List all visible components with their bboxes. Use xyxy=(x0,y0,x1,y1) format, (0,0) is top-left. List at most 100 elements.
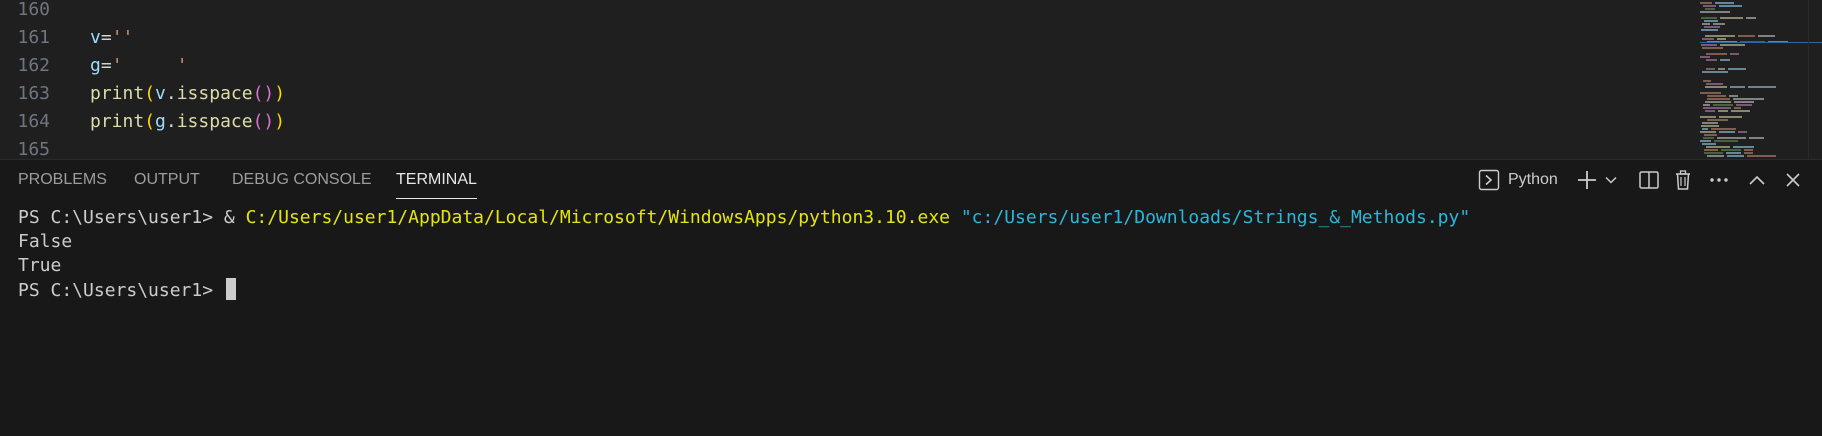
line-number: 163 xyxy=(17,83,50,104)
minimap-line xyxy=(1706,53,1727,55)
minimap-line xyxy=(1700,56,1710,58)
minimap-line xyxy=(1720,17,1743,19)
close-panel-button[interactable] xyxy=(1780,168,1806,192)
minimap-line xyxy=(1726,152,1741,154)
minimap-line xyxy=(1733,146,1754,148)
code-line[interactable]: 163 print(v.isspace()) xyxy=(0,80,285,108)
terminal-output[interactable]: PS C:\Users\user1> & C:/Users/user1/AppD… xyxy=(0,206,1822,436)
more-actions-button[interactable] xyxy=(1706,168,1732,192)
minimap-line xyxy=(1728,68,1746,70)
minimap-line xyxy=(1718,68,1725,70)
trash-icon xyxy=(1672,169,1694,191)
minimap-line xyxy=(1700,116,1716,118)
tab-debug-console[interactable]: DEBUG CONSOLE xyxy=(232,160,372,200)
minimap-line xyxy=(1720,44,1745,46)
minimap-line xyxy=(1702,71,1728,73)
minimap-line xyxy=(1702,23,1710,25)
minimap-line xyxy=(1701,17,1717,19)
command-operator: & xyxy=(223,207,246,228)
command-executable: C:/Users/user1/AppData/Local/Microsoft/W… xyxy=(245,207,950,228)
minimap-line xyxy=(1703,80,1711,82)
minimap-line xyxy=(1713,104,1733,106)
code-token: = xyxy=(100,55,112,76)
bottom-panel: PROBLEMS OUTPUT DEBUG CONSOLE TERMINAL P… xyxy=(0,159,1822,436)
code-token: ( xyxy=(144,83,156,104)
minimap-line xyxy=(1704,26,1720,28)
code-token: g xyxy=(90,55,101,76)
terminal-dropdown-button[interactable] xyxy=(1602,168,1620,192)
minimap-line xyxy=(1700,140,1711,142)
code-token: ) xyxy=(274,111,286,132)
add-terminal-button[interactable] xyxy=(1574,168,1600,192)
minimap-line xyxy=(1707,98,1730,100)
code-token: = xyxy=(100,27,112,48)
code-line[interactable]: 165 xyxy=(0,136,90,159)
panel-actions: Python xyxy=(1462,160,1822,200)
minimap-line xyxy=(1748,86,1776,88)
close-panel-icon xyxy=(1782,169,1804,191)
terminal-output-line: False xyxy=(18,231,73,252)
code-token: print xyxy=(90,111,145,132)
panel-tabs: PROBLEMS OUTPUT DEBUG CONSOLE TERMINAL xyxy=(0,160,1000,200)
minimap-line xyxy=(1703,137,1714,139)
tab-terminal[interactable]: TERMINAL xyxy=(396,160,477,200)
tab-problems[interactable]: PROBLEMS xyxy=(18,160,107,200)
terminal-cursor xyxy=(225,278,236,300)
minimap-line xyxy=(1719,131,1735,133)
minimap-line xyxy=(1738,131,1747,133)
maximize-panel-button[interactable] xyxy=(1744,168,1770,192)
minimap-line xyxy=(1717,38,1726,40)
code-line[interactable]: 162 g=' ' xyxy=(0,52,187,80)
minimap-line xyxy=(1705,110,1715,112)
code-token: . xyxy=(165,83,177,104)
minimap-line xyxy=(1707,155,1724,157)
kill-terminal-button[interactable] xyxy=(1670,168,1696,192)
chevron-down-icon xyxy=(1604,173,1618,187)
minimap-line xyxy=(1714,140,1738,142)
minimap-line xyxy=(1703,104,1710,106)
command-argument: "c:/Users/user1/Downloads/Strings_&_Meth… xyxy=(960,207,1471,228)
code-token: v xyxy=(90,27,101,48)
minimap-line xyxy=(1729,95,1738,97)
minimap-line xyxy=(1746,17,1756,19)
terminal-prompt: PS C:\Users\user1> xyxy=(18,280,224,301)
split-terminal-button[interactable] xyxy=(1636,168,1662,192)
terminal-profile-icon xyxy=(1478,169,1500,191)
minimap-line xyxy=(1758,35,1775,37)
minimap-line xyxy=(1736,104,1752,106)
minimap-line xyxy=(1700,131,1716,133)
minimap-line xyxy=(1700,11,1730,13)
code-line[interactable]: 161 v='' xyxy=(0,24,133,52)
minimap-line xyxy=(1717,137,1746,139)
terminal-prompt-line: PS C:\Users\user1> xyxy=(18,278,236,302)
minimap-line xyxy=(1731,110,1750,112)
minimap-line xyxy=(1702,143,1716,145)
tab-output[interactable]: OUTPUT xyxy=(134,160,200,200)
code-line[interactable]: 164 print(g.isspace()) xyxy=(0,108,285,136)
code-token: . xyxy=(165,111,177,132)
code-token: g xyxy=(155,111,166,132)
minimap-line xyxy=(1711,128,1736,130)
minimap-line xyxy=(1701,29,1718,31)
minimap-line xyxy=(1706,83,1723,85)
minimap-line xyxy=(1707,119,1728,121)
minimap-line xyxy=(1702,47,1723,49)
minimap-line xyxy=(1738,35,1755,37)
code-line[interactable]: 160 xyxy=(0,0,90,24)
minimap-line xyxy=(1747,155,1776,157)
minimap-line xyxy=(1734,101,1754,103)
minimap-line xyxy=(1701,44,1717,46)
maximize-panel-icon xyxy=(1746,169,1768,191)
minimap-line xyxy=(1744,149,1753,151)
minimap-line xyxy=(1704,149,1718,151)
minimap-line xyxy=(1718,110,1728,112)
line-number: 164 xyxy=(17,111,50,132)
minimap-line xyxy=(1744,152,1753,154)
line-number: 161 xyxy=(17,27,50,48)
editor-scrollbar[interactable] xyxy=(1808,0,1822,159)
code-token: isspace xyxy=(176,111,253,132)
code-token: () xyxy=(252,83,275,104)
code-editor[interactable]: 160 161 v='' 162 g=' ' 163 print(v.isspace()) 1… xyxy=(0,0,1822,159)
minimap-line xyxy=(1727,155,1744,157)
minimap[interactable] xyxy=(1698,0,1808,159)
